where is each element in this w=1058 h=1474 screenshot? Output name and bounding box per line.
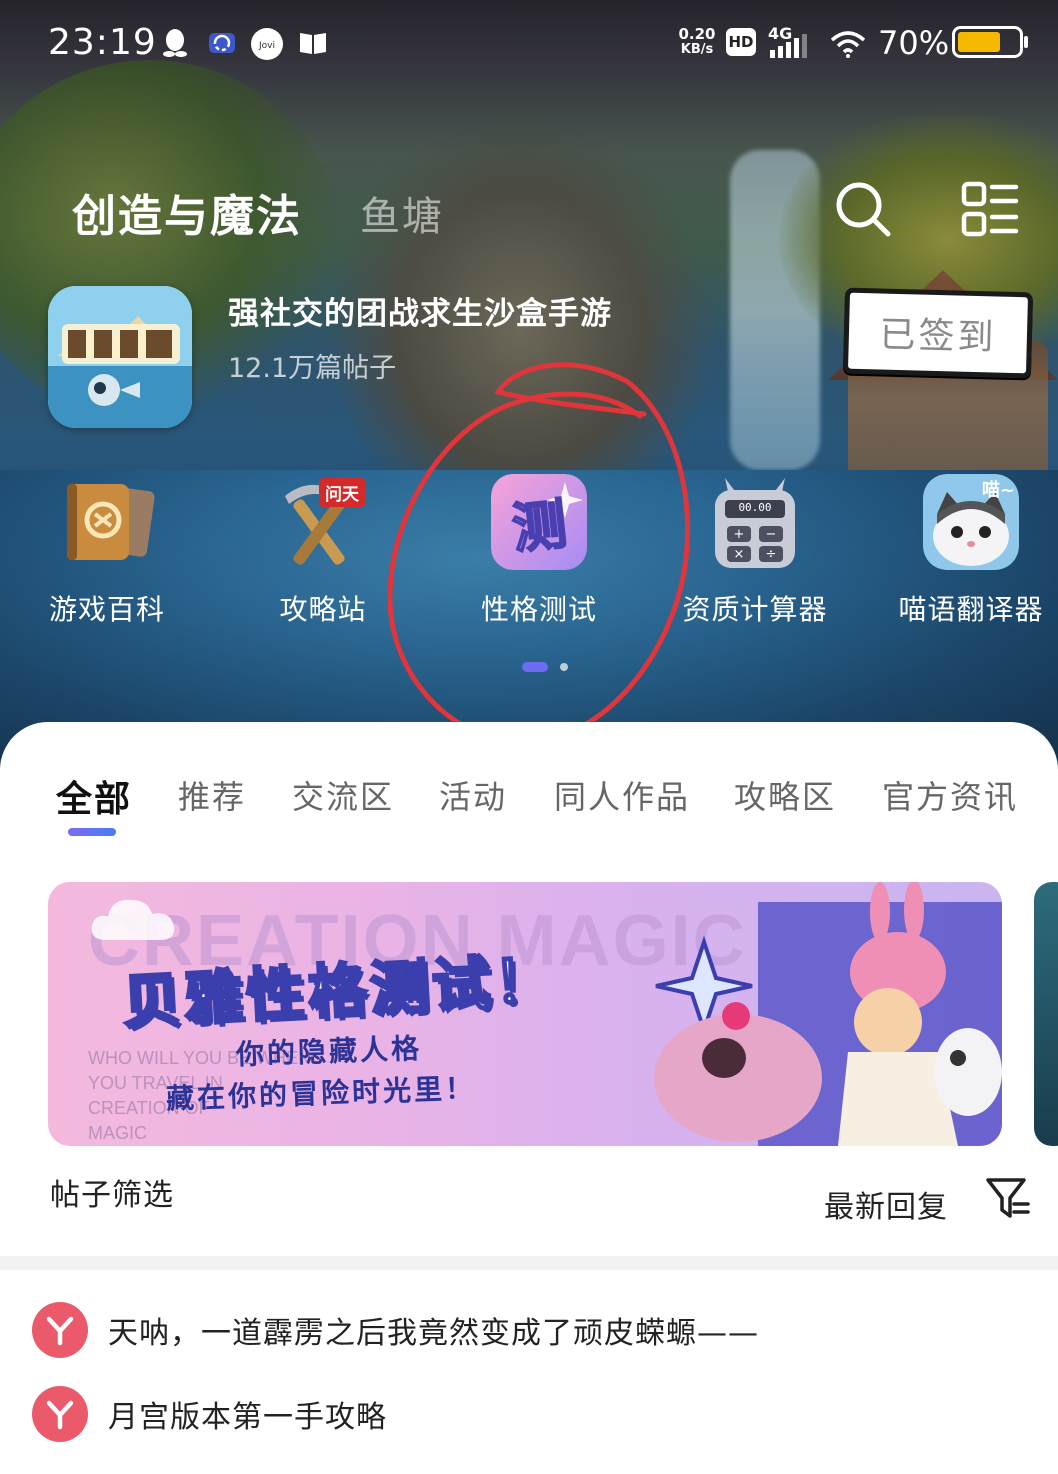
cloud-icon <box>91 899 175 940</box>
tool-label: 攻略站 <box>279 593 367 626</box>
network-speed-value: 0.20 <box>678 25 716 43</box>
battery-icon <box>952 26 1028 58</box>
status-time: 23:19 <box>48 22 157 63</box>
game-logo[interactable] <box>48 286 192 428</box>
cat-caption: 喵~ <box>981 480 1015 501</box>
tab-fishpond[interactable]: 鱼塘 <box>360 184 444 242</box>
promo-banner[interactable]: CREATION MAGIC WHO WILL YOU BE WHEN YOU … <box>48 882 1002 1146</box>
cat-translator-icon: 喵~ <box>923 474 1019 570</box>
post-filter-label: 帖子筛选 <box>50 1178 174 1213</box>
pager-dot-active <box>522 662 548 672</box>
calculator-icon: + − × ÷ 00.00 <box>707 474 803 570</box>
game-description: 强社交的团战求生沙盒手游 <box>228 296 612 332</box>
tool-label: 游戏百科 <box>48 593 165 626</box>
network-speed-unit: KB/s <box>680 42 714 57</box>
pinned-post-title: 月宫版本第一手攻略 <box>108 1400 387 1435</box>
banner-english-line: MAGIC <box>88 1123 148 1143</box>
pager-dots <box>522 662 572 672</box>
svg-text:+: + <box>734 527 745 542</box>
pin-icon <box>32 1302 88 1358</box>
tool-guide-station[interactable]: 问天 攻略站 <box>228 474 418 628</box>
network-speed: 0.20 KB/s <box>676 26 718 58</box>
game-post-count: 12.1万篇帖子 <box>228 353 397 384</box>
tab-events[interactable]: 活动 <box>439 772 507 818</box>
content-panel: 全部 推荐 交流区 活动 同人作品 攻略区 官方资讯 CREATION MAGI… <box>0 722 1058 1474</box>
qq-icon <box>160 28 190 58</box>
jovi-icon: Jovi <box>251 28 283 60</box>
banner-characters-illustration <box>654 882 1002 1146</box>
pinned-post-title: 天呐，一道霹雳之后我竟然变成了顽皮蝾螈—— <box>108 1316 759 1351</box>
battery-percent: 70% <box>878 24 950 62</box>
tool-cat-translator[interactable]: 喵~ 喵语翻译器 <box>876 474 1058 628</box>
encyclopedia-book-icon <box>59 474 155 570</box>
menu-grid-icon[interactable] <box>960 180 1020 240</box>
pickaxe-icon: 问天 <box>275 474 371 570</box>
sort-dropdown[interactable]: 最新回复 <box>824 1182 948 1226</box>
category-tabs: 全部 推荐 交流区 活动 同人作品 攻略区 官方资讯 <box>0 772 1058 842</box>
tool-encyclopedia[interactable]: 游戏百科 <box>12 474 202 628</box>
banner-next-peek[interactable] <box>1034 882 1058 1146</box>
tab-all[interactable]: 全部 <box>56 770 132 822</box>
page-title[interactable]: 创造与魔法 <box>72 180 302 244</box>
tool-label: 喵语翻译器 <box>898 593 1044 626</box>
section-divider <box>0 1256 1058 1270</box>
tab-fan-works[interactable]: 同人作品 <box>554 772 690 818</box>
banner-subtitle: 你的隐藏人格 <box>235 1031 423 1072</box>
tool-badge: 问天 <box>319 478 365 507</box>
tab-guides[interactable]: 攻略区 <box>734 772 836 818</box>
book-icon <box>298 28 328 58</box>
checkin-button[interactable]: 已签到 <box>842 287 1034 379</box>
pinned-post[interactable]: 月宫版本第一手攻略 <box>32 1386 1032 1442</box>
calculator-display: 00.00 <box>738 501 772 514</box>
tool-label: 性格测试 <box>480 593 597 626</box>
svg-text:÷: ÷ <box>766 547 777 562</box>
pinned-post[interactable]: 天呐，一道霹雳之后我竟然变成了顽皮蝾螈—— <box>32 1302 1032 1358</box>
sync-app-icon <box>206 28 238 58</box>
svg-text:−: − <box>766 527 777 542</box>
tool-personality-test[interactable]: 测 性格测试 <box>444 474 634 628</box>
personality-test-icon: 测 <box>491 474 587 570</box>
status-bar: 23:19 Jovi 0.20 KB/s HD 4G 70% <box>0 0 1058 84</box>
tab-recommended[interactable]: 推荐 <box>178 772 246 818</box>
pager-dot <box>560 663 568 671</box>
hd-badge: HD <box>726 28 756 56</box>
tool-calculator[interactable]: + − × ÷ 00.00 资质计算器 <box>660 474 850 628</box>
svg-text:Jovi: Jovi <box>258 41 275 50</box>
personality-test-glyph: 测 <box>508 491 570 561</box>
tab-official-news[interactable]: 官方资讯 <box>882 772 1018 818</box>
wifi-icon <box>830 30 866 58</box>
filter-icon[interactable] <box>984 1174 1032 1222</box>
tab-indicator <box>68 828 116 836</box>
pin-icon <box>32 1386 88 1442</box>
svg-text:×: × <box>734 547 745 562</box>
signal-icon: 4G <box>768 24 816 60</box>
search-icon[interactable] <box>832 178 894 240</box>
tool-label: 资质计算器 <box>682 593 828 626</box>
tab-discussion[interactable]: 交流区 <box>292 772 394 818</box>
